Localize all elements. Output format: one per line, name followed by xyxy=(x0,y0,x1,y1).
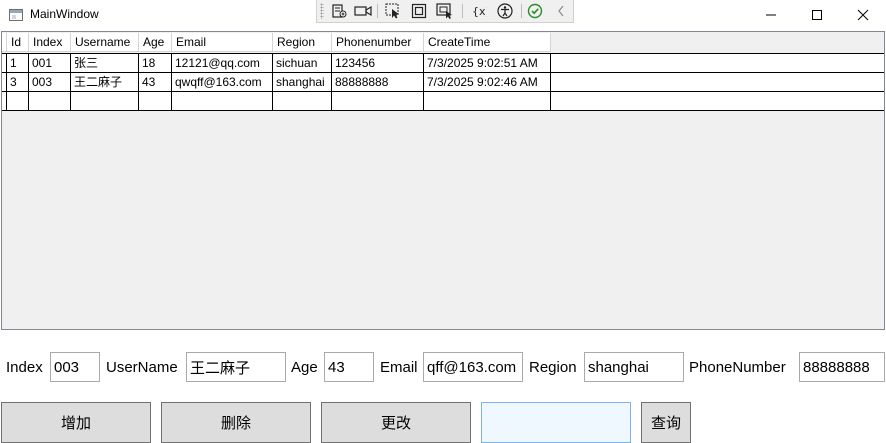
column-header-createtime[interactable]: CreateTime xyxy=(424,33,551,52)
phonenumber-label: PhoneNumber xyxy=(689,359,786,376)
cell-createtime[interactable]: 7/3/2025 9:02:46 AM xyxy=(424,73,551,92)
close-icon xyxy=(857,9,869,21)
window-title: MainWindow xyxy=(30,7,99,21)
cell-email[interactable] xyxy=(172,92,273,111)
live-visual-tree-icon[interactable] xyxy=(329,2,349,20)
index-input[interactable] xyxy=(50,352,100,382)
cell-index[interactable]: 003 xyxy=(29,73,71,92)
table-row[interactable]: 1 001 张三 18 12121@qq.com sichuan 123456 … xyxy=(2,53,884,73)
cell-email[interactable]: 12121@qq.com xyxy=(172,54,273,73)
svg-text:{x}: {x} xyxy=(472,5,487,18)
cell-email[interactable]: qwqff@163.com xyxy=(172,73,273,92)
cell-id[interactable]: 3 xyxy=(7,73,29,92)
title-bar: MainWindow {x} xyxy=(0,0,886,30)
cell-index[interactable]: 001 xyxy=(29,54,71,73)
cell-filler xyxy=(551,73,884,92)
app-window-icon xyxy=(9,9,23,21)
cell-createtime[interactable] xyxy=(424,92,551,111)
cell-phonenumber[interactable] xyxy=(332,92,424,111)
cell-createtime[interactable]: 7/3/2025 9:02:51 AM xyxy=(424,54,551,73)
query-input[interactable] xyxy=(481,402,631,443)
cell-age[interactable] xyxy=(139,92,172,111)
username-input[interactable] xyxy=(186,352,286,382)
cell-username[interactable]: 王二麻子 xyxy=(71,73,139,92)
minimize-button[interactable] xyxy=(748,0,794,30)
close-button[interactable] xyxy=(840,0,886,30)
region-input[interactable] xyxy=(584,352,684,382)
email-label: Email xyxy=(380,359,418,376)
select-element-icon[interactable] xyxy=(383,2,403,20)
cell-region[interactable]: shanghai xyxy=(273,73,332,92)
index-label: Index xyxy=(6,359,43,376)
new-item-row[interactable] xyxy=(2,92,884,111)
username-label: UserName xyxy=(106,359,178,376)
query-button[interactable]: 查询 xyxy=(641,402,691,443)
cell-region[interactable] xyxy=(273,92,332,111)
cell-filler xyxy=(551,92,884,111)
column-header-username[interactable]: Username xyxy=(71,33,139,52)
display-layout-adorners-icon[interactable] xyxy=(409,2,429,20)
update-button[interactable]: 更改 xyxy=(321,402,471,443)
region-label: Region xyxy=(529,359,577,376)
column-header-phonenumber[interactable]: Phonenumber xyxy=(332,33,424,52)
xaml-debug-toolbar: {x} xyxy=(316,0,574,23)
email-input[interactable] xyxy=(423,352,523,382)
phonenumber-input[interactable] xyxy=(799,352,885,382)
camera-icon[interactable] xyxy=(353,2,373,20)
column-header-region[interactable]: Region xyxy=(273,33,332,52)
binding-failures-icon[interactable]: {x} xyxy=(469,2,489,20)
chevron-left-icon[interactable] xyxy=(551,2,571,20)
cell-phonenumber[interactable]: 123456 xyxy=(332,54,424,73)
table-row[interactable]: 3 003 王二麻子 43 qwqff@163.com shanghai 888… xyxy=(2,73,884,92)
toolbar-grip-icon[interactable] xyxy=(320,3,324,19)
cell-filler xyxy=(551,54,884,73)
age-input[interactable] xyxy=(324,352,374,382)
cell-id[interactable]: 1 xyxy=(7,54,29,73)
cell-id[interactable] xyxy=(7,92,29,111)
cell-region[interactable]: sichuan xyxy=(273,54,332,73)
column-header-email[interactable]: Email xyxy=(172,33,273,52)
add-button[interactable]: 增加 xyxy=(1,402,151,443)
cell-age[interactable]: 43 xyxy=(139,73,172,92)
column-header-age[interactable]: Age xyxy=(139,33,172,52)
cell-username[interactable] xyxy=(71,92,139,111)
maximize-button[interactable] xyxy=(794,0,840,30)
cell-age[interactable]: 18 xyxy=(139,54,172,73)
cell-index[interactable] xyxy=(29,92,71,111)
track-focused-element-icon[interactable] xyxy=(435,2,455,20)
column-header-index[interactable]: Index xyxy=(29,33,71,52)
minimize-icon xyxy=(766,14,776,16)
maximize-icon xyxy=(812,10,822,20)
accessibility-icon[interactable] xyxy=(495,2,515,20)
cell-username[interactable]: 张三 xyxy=(71,54,139,73)
column-header-id[interactable]: Id xyxy=(7,33,29,52)
delete-button[interactable]: 删除 xyxy=(161,402,311,443)
age-label: Age xyxy=(291,359,318,376)
check-circle-icon[interactable] xyxy=(525,2,545,20)
user-data-grid[interactable]: Id Index Username Age Email Region Phone… xyxy=(1,31,885,330)
cell-phonenumber[interactable]: 88888888 xyxy=(332,73,424,92)
grid-header-row: Id Index Username Age Email Region Phone… xyxy=(2,33,551,52)
